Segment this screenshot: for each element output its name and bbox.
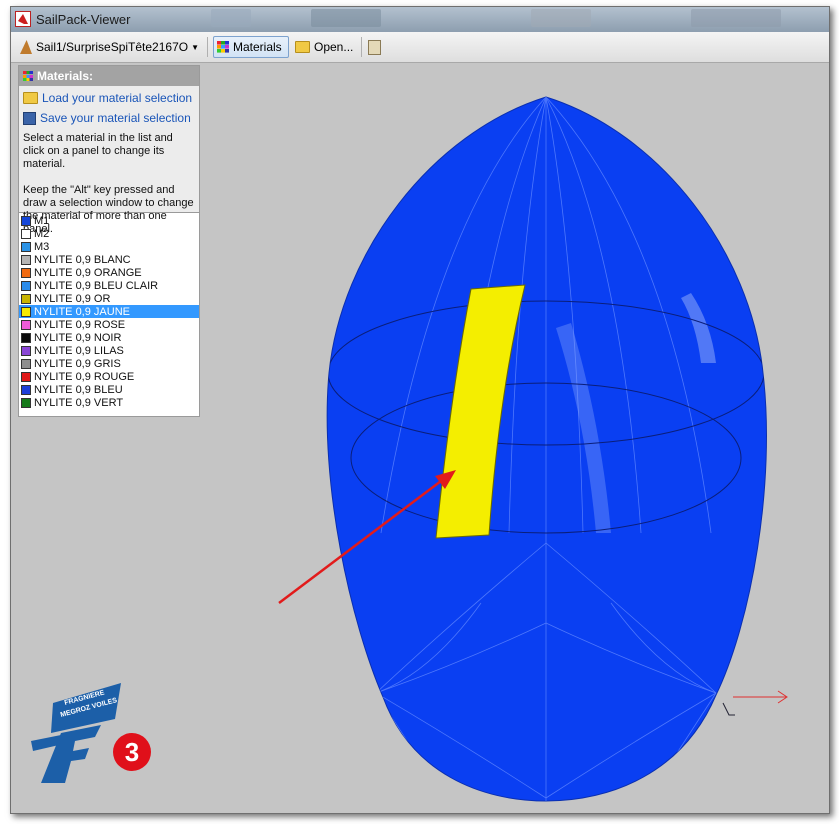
- material-name: NYLITE 0,9 LILAS: [34, 344, 124, 357]
- material-name: NYLITE 0,9 JAUNE: [34, 305, 130, 318]
- material-name: NYLITE 0,9 GRIS: [34, 357, 121, 370]
- material-list-item[interactable]: NYLITE 0,9 NOIR: [19, 331, 199, 344]
- materials-panel-body: Load your material selection Save your m…: [19, 86, 199, 235]
- sail-body[interactable]: [326, 96, 767, 802]
- step-number-badge: 3: [113, 733, 151, 771]
- toolbar: Sail1/SurpriseSpiTête2167O ▼ Materials O…: [11, 32, 829, 63]
- open-button-label: Open...: [314, 40, 354, 54]
- material-name: M3: [34, 240, 50, 253]
- materials-panel-header: Materials:: [19, 66, 199, 86]
- window-title: SailPack-Viewer: [36, 12, 131, 27]
- material-name: NYLITE 0,9 ROSE: [34, 318, 126, 331]
- material-list-item[interactable]: M3: [19, 240, 199, 253]
- open-button[interactable]: Open...: [292, 36, 356, 58]
- sail-file-dropdown[interactable]: Sail1/SurpriseSpiTête2167O ▼: [17, 36, 202, 58]
- material-swatch: [21, 228, 31, 239]
- folder-open-icon: [23, 92, 38, 104]
- material-list-item[interactable]: NYLITE 0,9 ROSE: [19, 318, 199, 331]
- material-swatch: [21, 332, 31, 343]
- materials-panel-title: Materials:: [37, 69, 94, 83]
- material-name: M2: [34, 227, 50, 240]
- material-name: NYLITE 0,9 VERT: [34, 396, 124, 409]
- material-swatch: [21, 371, 31, 382]
- load-material-label: Load your material selection: [42, 91, 193, 105]
- material-swatch: [21, 254, 31, 265]
- material-list-item[interactable]: NYLITE 0,9 BLANC: [19, 253, 199, 266]
- clipboard-icon: [368, 39, 381, 55]
- material-name: M1: [34, 214, 50, 227]
- material-swatch: [21, 397, 31, 408]
- material-swatch: [21, 280, 31, 291]
- material-swatch: [21, 345, 31, 356]
- material-name: NYLITE 0,9 BLEU: [34, 383, 123, 396]
- title-bar: SailPack-Viewer: [11, 7, 829, 32]
- material-name: NYLITE 0,9 BLEU CLAIR: [34, 279, 159, 292]
- material-list-item[interactable]: NYLITE 0,9 VERT: [19, 396, 199, 409]
- material-name: NYLITE 0,9 BLANC: [34, 253, 131, 266]
- materials-button-label: Materials: [233, 40, 282, 54]
- material-swatch: [21, 306, 31, 317]
- material-name: NYLITE 0,9 OR: [34, 292, 111, 305]
- material-name: NYLITE 0,9 ORANGE: [34, 266, 142, 279]
- material-swatch: [21, 384, 31, 395]
- material-list-item[interactable]: NYLITE 0,9 JAUNE: [19, 305, 199, 318]
- fragniere-logo: FRAGNIERE MEGROZ VOILES: [31, 683, 121, 783]
- material-list-item[interactable]: NYLITE 0,9 BLEU CLAIR: [19, 279, 199, 292]
- material-list-item[interactable]: NYLITE 0,9 OR: [19, 292, 199, 305]
- materials-grid-icon: [217, 41, 229, 53]
- material-list-item[interactable]: NYLITE 0,9 BLEU: [19, 383, 199, 396]
- sail-file-label: Sail1/SurpriseSpiTête2167O: [36, 40, 189, 54]
- materials-panel: Materials: Load your material selection …: [18, 65, 200, 417]
- app-window: SailPack-Viewer Sail1/SurpriseSpiTête216…: [10, 6, 830, 814]
- folder-icon: [295, 41, 310, 53]
- sail-icon: [20, 40, 32, 54]
- material-list-item[interactable]: NYLITE 0,9 ORANGE: [19, 266, 199, 279]
- material-list-item[interactable]: NYLITE 0,9 GRIS: [19, 357, 199, 370]
- material-swatch: [21, 358, 31, 369]
- material-swatch: [21, 319, 31, 330]
- clipboard-button[interactable]: [365, 36, 388, 58]
- material-list-item[interactable]: M2: [19, 227, 199, 240]
- material-name: NYLITE 0,9 ROUGE: [34, 370, 135, 383]
- material-swatch: [21, 267, 31, 278]
- material-list-item[interactable]: NYLITE 0,9 LILAS: [19, 344, 199, 357]
- material-swatch: [21, 241, 31, 252]
- material-swatch: [21, 215, 31, 226]
- chevron-down-icon: ▼: [191, 42, 200, 52]
- materials-button[interactable]: Materials: [213, 36, 289, 58]
- material-name: NYLITE 0,9 NOIR: [34, 331, 122, 344]
- save-material-link[interactable]: Save your material selection: [23, 108, 195, 128]
- material-list[interactable]: M1 M2 M3 NYLITE 0,9 BLANC NYLITE 0,9 ORANGE N…: [19, 213, 199, 409]
- materials-panel-icon: [23, 71, 33, 81]
- material-swatch: [21, 293, 31, 304]
- save-disk-icon: [23, 111, 36, 125]
- material-list-item[interactable]: NYLITE 0,9 ROUGE: [19, 370, 199, 383]
- load-material-link[interactable]: Load your material selection: [23, 88, 195, 108]
- app-logo-icon: [15, 11, 31, 27]
- save-material-label: Save your material selection: [40, 111, 191, 125]
